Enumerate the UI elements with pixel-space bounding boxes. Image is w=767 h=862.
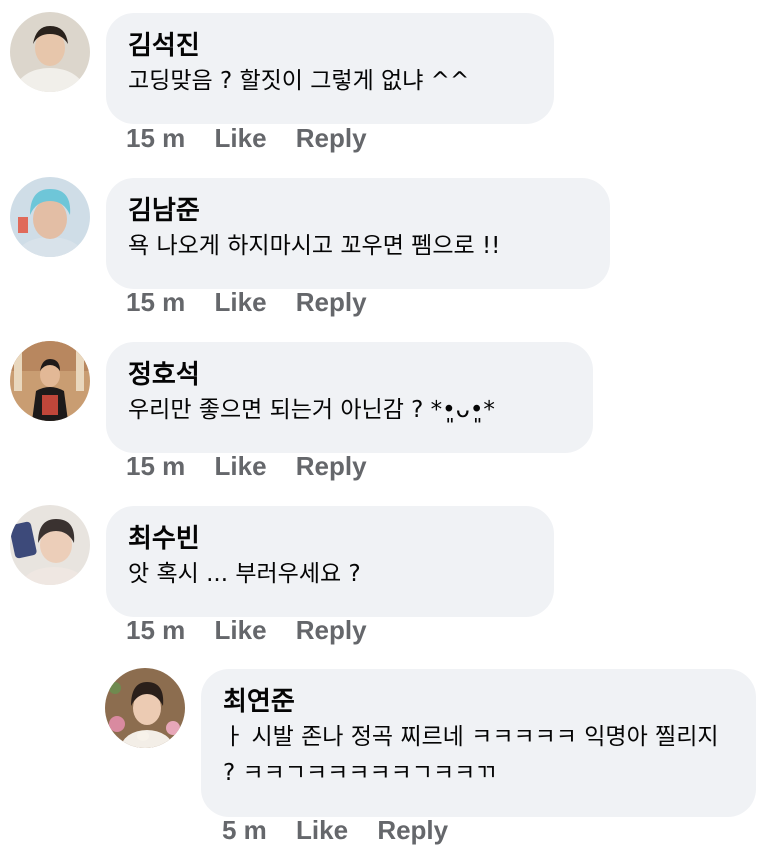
reply-button[interactable]: Reply <box>377 815 448 845</box>
like-button[interactable]: Like <box>215 451 267 481</box>
comment-text: 앗 혹시 ... 부러우세요 ? <box>128 561 361 587</box>
avatar[interactable] <box>10 505 90 585</box>
reply-button[interactable]: Reply <box>296 287 367 317</box>
comment-bubble: 최수빈 앗 혹시 ... 부러우세요 ? <box>106 506 554 617</box>
comment-text: 우리만 좋으면 되는거 아닌감 ? *•͈ᴗ•͈* <box>128 397 495 423</box>
like-button[interactable]: Like <box>215 123 267 153</box>
avatar[interactable] <box>10 177 90 257</box>
avatar-photo <box>10 341 90 421</box>
comment-author[interactable]: 김석진 <box>128 29 532 63</box>
comment-text: 고딩맞음 ? 할짓이 그렇게 없냐 ^^ <box>128 68 470 94</box>
comment-author[interactable]: 김남준 <box>128 194 588 228</box>
comment-timestamp: 15 m <box>126 123 186 153</box>
comment-actions: 15 m Like Reply <box>126 287 389 318</box>
comment-bubble: 정호석 우리만 좋으면 되는거 아닌감 ? *•͈ᴗ•͈* <box>106 342 593 453</box>
avatar[interactable] <box>10 12 90 92</box>
comment-author[interactable]: 정호석 <box>128 358 571 392</box>
like-button[interactable]: Like <box>215 287 267 317</box>
comment-author[interactable]: 최수빈 <box>128 522 532 556</box>
comment-actions: 15 m Like Reply <box>126 451 389 482</box>
comment-timestamp: 15 m <box>126 287 186 317</box>
comment-timestamp: 5 m <box>222 815 267 845</box>
comment-bubble: 최연준 ㅏ 시발 존나 정곡 찌르네 ㅋㅋㅋㅋㅋ 익명아 찔리지 ? ㅋㅋㄱㅋㅋ… <box>201 669 756 817</box>
avatar[interactable] <box>105 668 185 748</box>
avatar-photo <box>10 12 90 92</box>
comment-actions: 15 m Like Reply <box>126 123 389 154</box>
avatar-photo <box>105 668 185 748</box>
avatar[interactable] <box>10 341 90 421</box>
reply-button[interactable]: Reply <box>296 615 367 645</box>
reply-button[interactable]: Reply <box>296 451 367 481</box>
avatar-photo <box>10 177 90 257</box>
comment-actions: 15 m Like Reply <box>126 615 389 646</box>
comment-actions: 5 m Like Reply <box>222 815 470 846</box>
reply-button[interactable]: Reply <box>296 123 367 153</box>
comment-bubble: 김석진 고딩맞음 ? 할짓이 그렇게 없냐 ^^ <box>106 13 554 124</box>
comment-text: ㅏ 시발 존나 정곡 찌르네 ㅋㅋㅋㅋㅋ 익명아 찔리지 ? ㅋㅋㄱㅋㅋㅋㅋㅋㄱ… <box>223 724 719 786</box>
like-button[interactable]: Like <box>296 815 348 845</box>
comment-text: 욕 나오게 하지마시고 꼬우면 펨으로 !! <box>128 233 501 259</box>
avatar-photo <box>10 505 90 585</box>
comment-author[interactable]: 최연준 <box>223 685 734 719</box>
comment-timestamp: 15 m <box>126 615 186 645</box>
comment-bubble: 김남준 욕 나오게 하지마시고 꼬우면 펨으로 !! <box>106 178 610 289</box>
comment-timestamp: 15 m <box>126 451 186 481</box>
like-button[interactable]: Like <box>215 615 267 645</box>
